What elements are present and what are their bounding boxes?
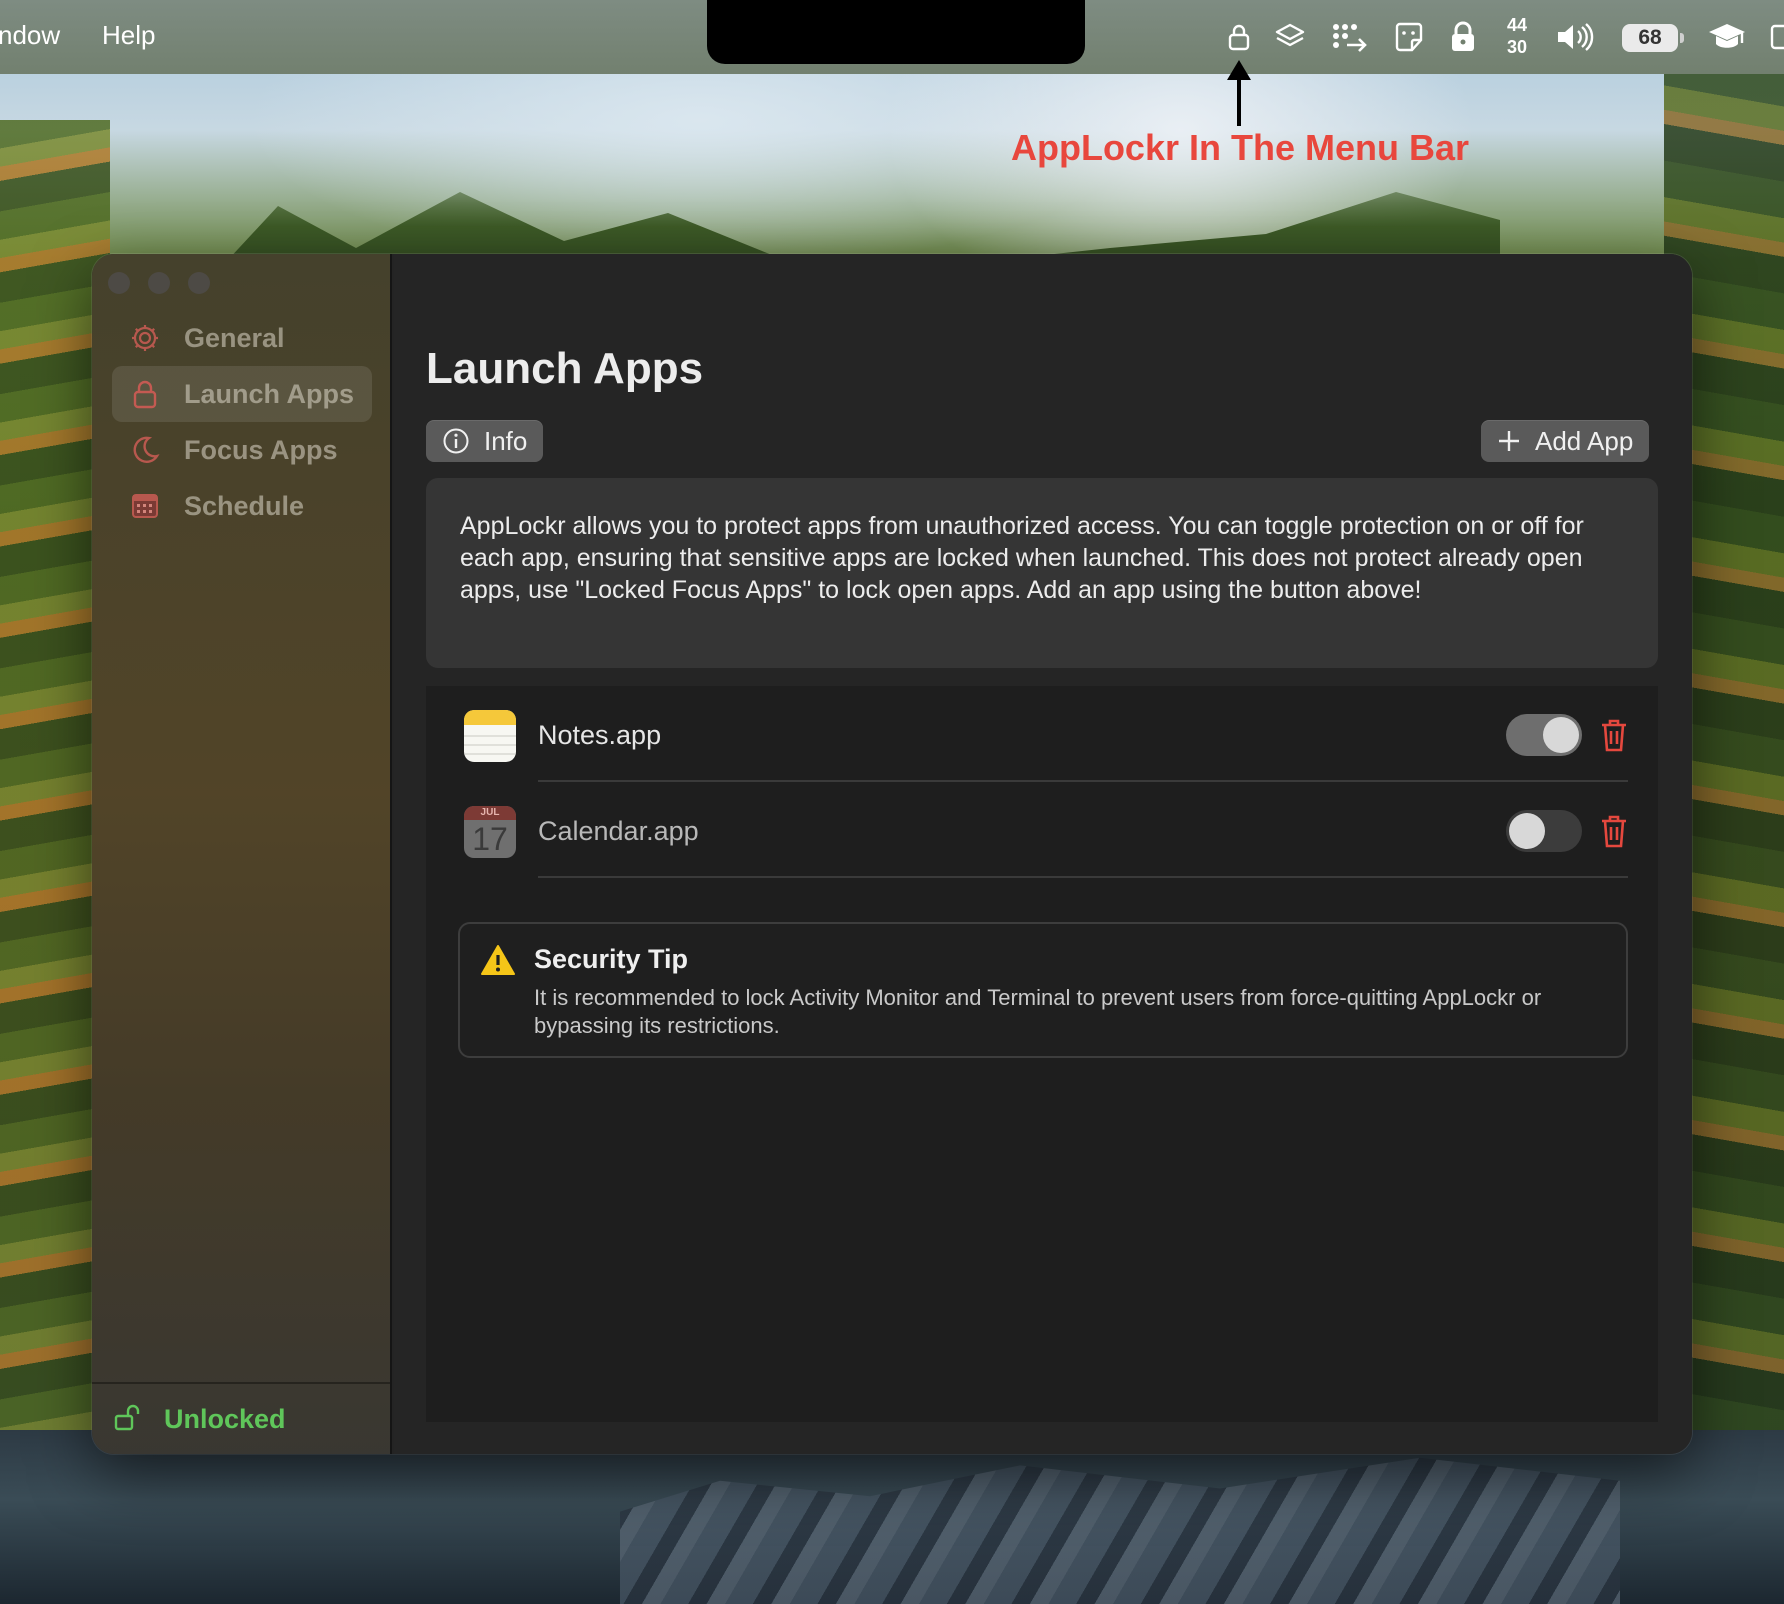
trash-icon[interactable]: [1598, 812, 1630, 850]
calendar-app-icon: JUL 17: [464, 806, 516, 858]
annotation-label: AppLockr In The Menu Bar: [1010, 127, 1470, 168]
sidebar-item-label: Focus Apps: [184, 434, 338, 465]
sidebar-item-label: Schedule: [184, 490, 305, 521]
plus-icon: [1497, 429, 1521, 453]
dots-arrow-icon[interactable]: [1330, 18, 1370, 56]
security-tip-card: Security Tip It is recommended to lock A…: [458, 922, 1628, 1058]
applockr-window: General Launch Apps Focus Apps Schedule …: [92, 254, 1692, 1454]
sidebar-item-schedule[interactable]: Schedule: [112, 478, 372, 534]
warning-triangle-icon: [481, 945, 515, 975]
annotation-arrow-icon: [1227, 60, 1251, 126]
calendar-month: JUL: [480, 807, 500, 818]
list-item[interactable]: Notes.app: [426, 686, 1658, 782]
tray-clock-bottom: 30: [1506, 37, 1528, 57]
info-description: AppLockr allows you to protect apps from…: [426, 478, 1658, 668]
list-item[interactable]: JUL 17 Calendar.app: [426, 782, 1658, 878]
app-name: Calendar.app: [538, 816, 699, 846]
applockr-lock-icon[interactable]: [1226, 18, 1252, 56]
calendar-grid-icon: [130, 491, 160, 521]
graduation-cap-icon[interactable]: [1706, 18, 1748, 56]
calendar-day: 17: [472, 821, 508, 857]
protected-apps-list: Notes.app JUL 17 Calendar.app Security T…: [426, 686, 1658, 1422]
window-close-button[interactable]: [108, 272, 130, 294]
camera-notch: [707, 0, 1085, 64]
sidebar-item-label: Launch Apps: [184, 378, 355, 409]
sidebar-item-general[interactable]: General: [112, 310, 372, 366]
battery-indicator[interactable]: 68: [1622, 24, 1684, 52]
sidebar-item-launch-apps[interactable]: Launch Apps: [112, 366, 372, 422]
info-button[interactable]: Info: [426, 420, 544, 462]
add-app-button[interactable]: Add App: [1481, 420, 1650, 462]
trash-icon[interactable]: [1598, 716, 1630, 754]
add-app-button-label: Add App: [1535, 425, 1634, 456]
tray-clock[interactable]: 44 30: [1500, 14, 1534, 58]
notes-app-icon: [464, 710, 516, 762]
tip-title: Security Tip: [534, 944, 689, 974]
moon-icon: [130, 435, 160, 465]
lock-icon: [130, 379, 160, 409]
lock-status-label: Unlocked: [164, 1403, 286, 1434]
padlock-filled-icon[interactable]: [1448, 18, 1478, 56]
unlocked-padlock-icon: [114, 1402, 144, 1437]
gear-icon: [130, 323, 160, 353]
menu-window[interactable]: ndow: [0, 20, 60, 51]
window-minimize-button[interactable]: [148, 272, 170, 294]
protection-toggle[interactable]: [1506, 714, 1582, 756]
menu-help[interactable]: Help: [102, 20, 155, 51]
info-button-label: Info: [484, 425, 528, 456]
main-content: Launch Apps Info Add App AppLockr allows…: [394, 254, 1692, 1454]
sidebar: General Launch Apps Focus Apps Schedule …: [92, 254, 392, 1454]
tip-body: It is recommended to lock Activity Monit…: [534, 985, 1542, 1038]
sidebar-item-focus-apps[interactable]: Focus Apps: [112, 422, 372, 478]
window-zoom-button[interactable]: [188, 272, 210, 294]
sticky-note-icon[interactable]: [1392, 18, 1426, 56]
control-center-icon[interactable]: [1770, 18, 1784, 56]
protection-toggle[interactable]: [1506, 810, 1582, 852]
tray-clock-top: 44: [1506, 15, 1528, 35]
row-separator: [538, 876, 1628, 878]
layers-icon[interactable]: [1272, 18, 1308, 56]
lock-status[interactable]: Unlocked: [92, 1382, 390, 1454]
info-circle-icon: [442, 427, 470, 455]
volume-icon[interactable]: [1554, 18, 1596, 56]
sidebar-item-label: General: [184, 322, 285, 353]
app-name: Notes.app: [538, 720, 662, 750]
menu-bar: ndow Help 44 30 68: [0, 0, 1784, 74]
page-title: Launch Apps: [426, 344, 704, 393]
